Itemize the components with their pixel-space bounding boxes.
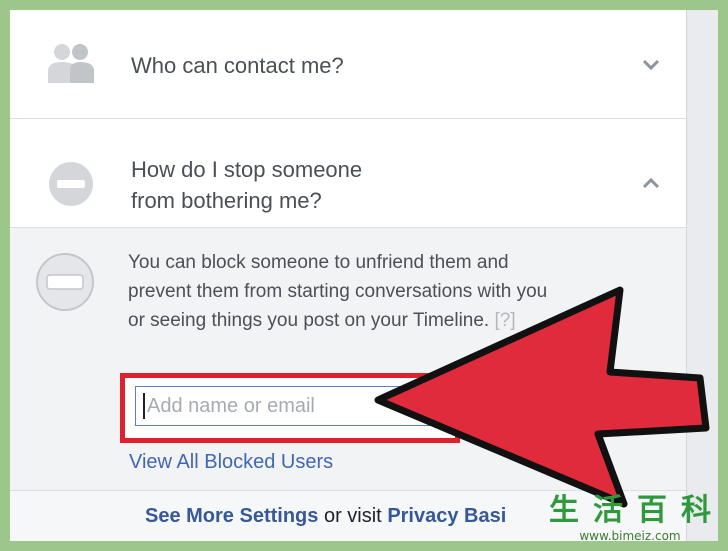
watermark-url: www.bimeiz.com — [579, 529, 681, 543]
watermark-char: 百 — [637, 493, 667, 528]
watermark-char: 科 — [681, 493, 711, 528]
watermark-char: 活 — [593, 493, 623, 528]
red-arrow-annotation — [374, 286, 710, 508]
watermark-char: 生 — [549, 493, 579, 528]
watermark: 生 活 百 科 www.bimeiz.com — [544, 493, 716, 543]
watermark-chars: 生 活 百 科 — [544, 493, 716, 529]
